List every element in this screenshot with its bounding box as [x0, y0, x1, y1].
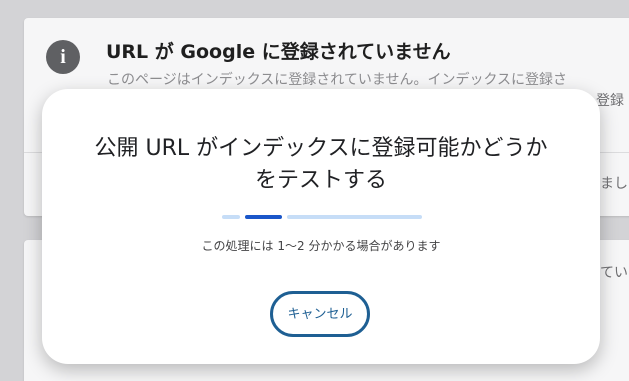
dialog-title-line2: をテストする: [254, 168, 387, 193]
test-live-url-dialog: 公開 URL がインデックスに登録可能かどうか をテストする この処理には 1〜…: [42, 89, 600, 364]
cancel-button[interactable]: キャンセル: [270, 291, 370, 337]
truncated-text: てい: [600, 265, 628, 281]
truncated-text: 登録: [596, 93, 624, 109]
truncated-text: まし: [600, 176, 628, 192]
card-title: URL が Google に登録されていません: [106, 41, 451, 63]
progress-track-segment: [287, 215, 422, 219]
info-icon: i: [46, 40, 80, 74]
card-description: このページはインデックスに登録されていません。インデックスに登録さ: [107, 72, 568, 88]
dialog-title-line1: 公開 URL がインデックスに登録可能かどうか: [94, 136, 548, 161]
progress-indicator: [222, 215, 422, 219]
progress-track-segment: [222, 215, 240, 219]
dialog-title: 公開 URL がインデックスに登録可能かどうか をテストする: [62, 133, 580, 197]
progress-active-segment: [245, 215, 282, 219]
duration-note: この処理には 1〜2 分かかる場合があります: [201, 239, 441, 253]
